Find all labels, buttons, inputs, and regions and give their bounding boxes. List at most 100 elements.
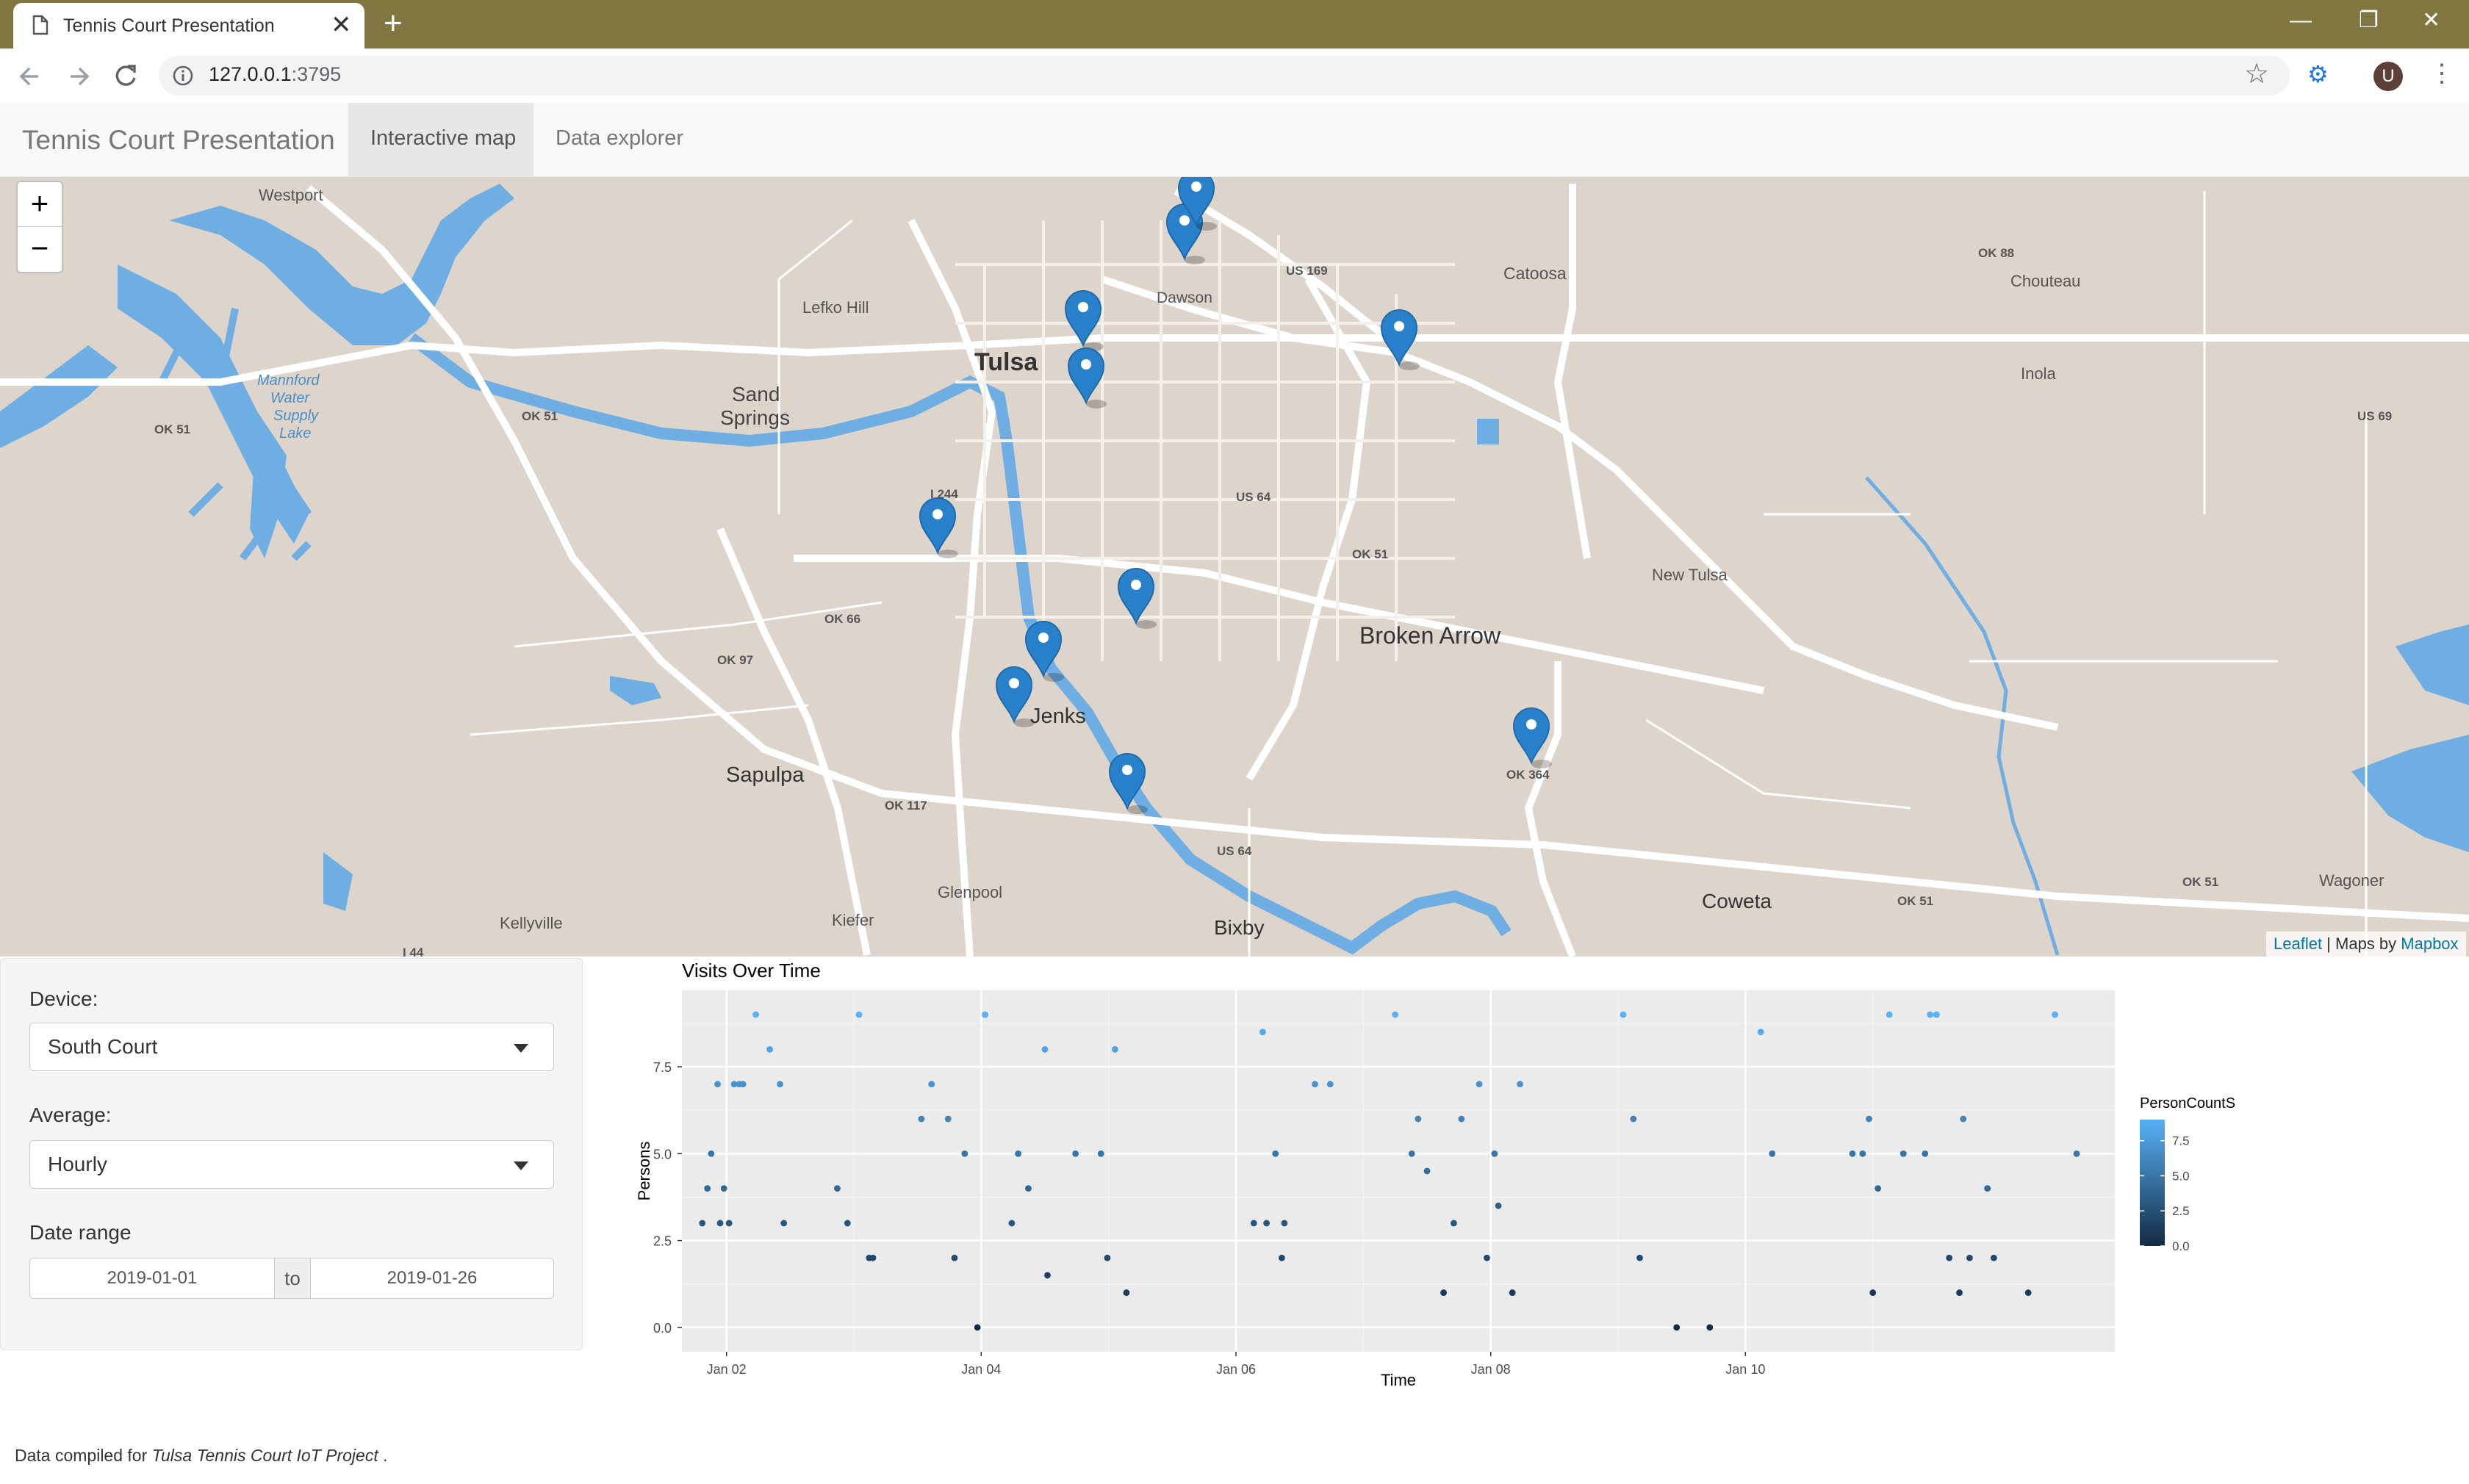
data-point — [1509, 1289, 1516, 1296]
y-tick-label: 2.5 — [653, 1234, 672, 1249]
x-tick-label: Jan 10 — [1725, 1362, 1765, 1377]
project-name: Tulsa Tennis Court IoT Project — [151, 1446, 378, 1465]
map-label: Wagoner — [2319, 871, 2384, 890]
map-label: Kellyville — [500, 914, 563, 932]
date-end-input[interactable]: 2019-01-26 — [310, 1258, 554, 1299]
data-point — [1620, 1011, 1627, 1018]
data-point — [714, 1081, 721, 1088]
browser-titlebar — [0, 0, 2469, 48]
restore-icon[interactable]: ❐ — [2359, 6, 2379, 35]
road-label: US 64 — [1217, 844, 1252, 858]
data-point — [1451, 1220, 1457, 1227]
data-point — [1956, 1289, 1963, 1296]
average-select[interactable]: Hourly — [29, 1140, 554, 1189]
map-tiles[interactable]: Westport Lefko Hill Tulsa Dawson Catoosa… — [0, 177, 2469, 957]
data-point — [1866, 1115, 1872, 1123]
data-point — [844, 1220, 851, 1227]
y-tick-label: 7.5 — [653, 1060, 672, 1075]
device-select[interactable]: South Court — [29, 1023, 554, 1071]
data-point — [1458, 1115, 1465, 1123]
app-brand[interactable]: Tennis Court Presentation — [22, 125, 335, 156]
reload-icon[interactable] — [110, 60, 141, 91]
road-label: OK 51 — [154, 422, 190, 436]
data-point — [1630, 1115, 1637, 1123]
data-point — [1946, 1254, 1953, 1261]
y-axis-ticks: 0.0 2.5 5.0 7.5 — [653, 1060, 682, 1336]
data-point — [1263, 1220, 1270, 1227]
road-label: US 169 — [1286, 264, 1328, 278]
legend-colorbar — [2140, 1120, 2165, 1246]
road-label: OK 51 — [1897, 894, 1933, 908]
data-point — [951, 1254, 958, 1261]
map-label: Catoosa — [1503, 264, 1567, 283]
omnibox[interactable] — [159, 56, 2290, 96]
data-point — [1933, 1011, 1940, 1018]
map-label: Broken Arrow — [1359, 622, 1501, 649]
data-point — [1015, 1150, 1021, 1157]
info-icon[interactable] — [172, 65, 194, 87]
data-point — [716, 1220, 724, 1227]
back-icon[interactable] — [15, 62, 44, 91]
tab-data-explorer[interactable]: Data explorer — [533, 103, 702, 176]
data-point — [1272, 1150, 1279, 1157]
zoom-in-button[interactable]: + — [18, 182, 62, 227]
profile-avatar[interactable]: U — [2373, 62, 2403, 91]
mapbox-link[interactable]: Mapbox — [2401, 934, 2458, 953]
legend-tick-label: 2.5 — [2172, 1204, 2190, 1218]
data-point — [1281, 1220, 1288, 1227]
map-marker-icon[interactable] — [995, 666, 1035, 727]
date-range-label: Date range — [29, 1221, 132, 1244]
forward-icon[interactable] — [65, 62, 94, 91]
x-tick-label: Jan 02 — [707, 1362, 747, 1377]
map[interactable]: Westport Lefko Hill Tulsa Dawson Catoosa… — [0, 177, 2469, 957]
data-point — [834, 1185, 841, 1192]
map-label: Bixby — [1214, 916, 1264, 939]
data-point — [1859, 1150, 1866, 1157]
data-point — [725, 1220, 733, 1227]
map-label: Water — [270, 390, 310, 406]
map-label: Supply — [273, 408, 319, 424]
extension-icon[interactable]: ⚙ — [2307, 60, 2329, 88]
data-point — [1008, 1220, 1016, 1227]
minimize-icon[interactable]: — — [2290, 6, 2312, 35]
map-label: Glenpool — [938, 883, 1002, 901]
y-tick-label: 0.0 — [653, 1321, 672, 1336]
data-point — [1491, 1150, 1498, 1157]
data-point — [944, 1115, 952, 1123]
menu-kebab-icon[interactable]: ⋮ — [2429, 59, 2454, 88]
data-point — [2073, 1150, 2080, 1157]
data-point — [1025, 1185, 1032, 1192]
map-label: Coweta — [1702, 890, 1772, 912]
tab-title: Tennis Court Presentation — [63, 15, 275, 36]
data-point — [1484, 1254, 1490, 1261]
close-window-icon[interactable]: ✕ — [2422, 6, 2440, 35]
data-point — [1072, 1150, 1079, 1157]
zoom-out-button[interactable]: − — [18, 227, 62, 271]
average-value: Hourly — [48, 1153, 107, 1175]
url-text[interactable]: 127.0.0.1:3795 — [209, 63, 341, 86]
data-point — [1636, 1254, 1643, 1261]
data-point — [1259, 1029, 1266, 1036]
data-point — [739, 1081, 747, 1088]
tab-interactive-map[interactable]: Interactive map — [348, 103, 533, 176]
bookmark-star-icon[interactable]: ☆ — [2244, 57, 2269, 90]
map-marker-icon[interactable] — [1117, 568, 1157, 629]
data-point — [1769, 1150, 1776, 1157]
data-point — [1757, 1029, 1764, 1036]
date-start-input[interactable]: 2019-01-01 — [29, 1258, 275, 1299]
map-marker-icon[interactable] — [919, 497, 958, 558]
data-point — [1990, 1254, 1997, 1261]
data-point — [1875, 1185, 1881, 1192]
data-point — [855, 1011, 863, 1018]
map-label: Sand — [732, 383, 780, 406]
data-point — [1312, 1081, 1318, 1088]
data-point — [1104, 1254, 1111, 1261]
new-tab-icon[interactable]: + — [384, 6, 403, 41]
road-label: OK 117 — [885, 799, 927, 813]
browser-tab[interactable]: Tennis Court Presentation ✕ — [13, 3, 364, 48]
tab-close-icon[interactable]: ✕ — [331, 10, 352, 40]
leaflet-link[interactable]: Leaflet — [2274, 934, 2322, 953]
device-label: Device: — [29, 987, 98, 1010]
map-label: Chouteau — [2010, 272, 2080, 290]
data-point — [869, 1254, 877, 1261]
